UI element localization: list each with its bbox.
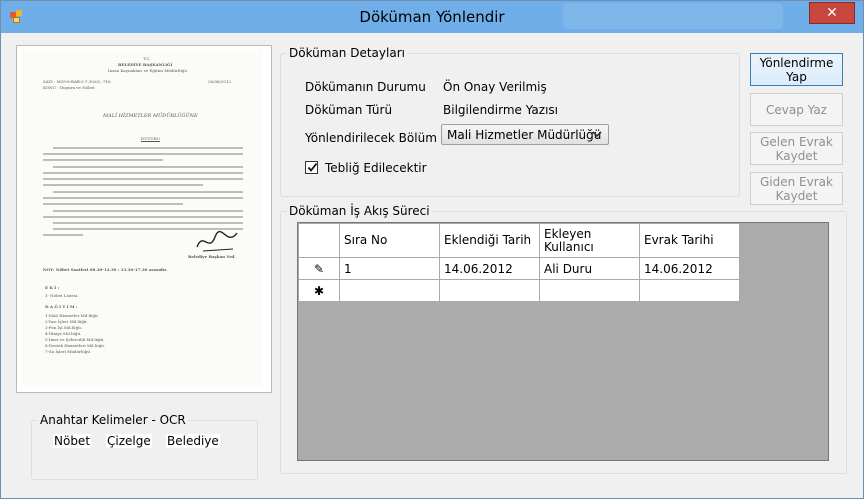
title-bar[interactable]: Döküman Yönlendir ✕ [1, 1, 863, 33]
window-title: Döküman Yönlendir [359, 8, 505, 26]
notify-checkbox[interactable] [305, 161, 318, 174]
doc-date: 26/06/2012 [208, 79, 232, 84]
doc-header-1: T.C. [143, 56, 151, 61]
document-type-value: Bilgilendirme Yazısı [443, 103, 558, 117]
table-cell[interactable] [439, 279, 540, 302]
doc-recipient: MALİ HİZMETLER MÜDÜRLÜĞÜNE [103, 113, 198, 119]
doc-dagitim-item: 3-Fen İşl.Md.lüğü. [45, 325, 83, 330]
doc-sayi: SAYI : M39-8-BAB.0.7.30/0/\ .716 [43, 79, 111, 84]
keyword-item: Nöbet [53, 434, 92, 448]
table-cell[interactable] [539, 279, 640, 302]
doc-ek-item: 1- Nöbet Listesi. [45, 293, 79, 298]
doc-dagitim-item: 7-Su İşleri Müdürlüğü [45, 349, 90, 354]
table-cell[interactable]: 14.06.2012 [439, 257, 540, 280]
keyword-item: Belediye [166, 434, 220, 448]
doc-ek: E K İ : [45, 285, 60, 290]
table-cell[interactable]: Ali Duru [539, 257, 640, 280]
doc-dagitim: D A Ğ I T I M : [45, 304, 78, 309]
keyword-item: Çizelge [106, 434, 152, 448]
doc-dagitim-item: 6-Destek Hizmetleri Md.lüğü. [45, 343, 106, 348]
doc-konu: KONU : Duyuru ve Nöbet [43, 85, 95, 90]
document-preview[interactable]: T.C. BELEDİYE BAŞKANLIĞI İnsan Kaynaklar… [16, 45, 272, 393]
doc-dagitim-item: 1-Mali Hizmetler Md.lüğü. [45, 313, 99, 318]
document-type-label: Döküman Türü [305, 103, 393, 117]
doc-header-3: İnsan Kaynakları ve Eğitim Müdürlüğü [108, 68, 187, 73]
document-routing-window: Döküman Yönlendir ✕ T.C. BELEDİYE BAŞKAN… [0, 0, 864, 499]
column-header-added-by[interactable]: Ekleyen Kullanıcı [539, 223, 640, 258]
column-header-added-date[interactable]: Eklendiği Tarih [439, 223, 540, 258]
route-button[interactable]: Yönlendirme Yap [750, 53, 843, 86]
save-outgoing-button[interactable]: Giden Evrak Kaydet [750, 172, 843, 205]
document-status-value: Ön Onay Verilmiş [443, 80, 547, 94]
doc-dagitim-item: 5-İmar ve Şehircilik Md.lüğü. [45, 337, 105, 342]
doc-header-2: BELEDİYE BAŞKANLIĞI [118, 62, 173, 67]
scanned-document-page: T.C. BELEDİYE BAŞKANLIĞI İnsan Kaynaklar… [23, 49, 263, 387]
reply-button[interactable]: Cevap Yaz [750, 93, 843, 126]
new-row[interactable]: ✱ [298, 279, 740, 302]
table-header-row: Sıra No Eklendiği Tarih Ekleyen Kullanıc… [298, 223, 740, 258]
table-cell[interactable] [339, 279, 440, 302]
doc-note: NOT: Nöbet Saatleri 08.30-12.30 ; 13.30-… [43, 267, 168, 272]
doc-dagitim-item: 4-İtfaiye Md.lüğü. [45, 331, 82, 336]
checkmark-icon [307, 162, 318, 172]
doc-dagitim-item: 2-Yazı İşleri Md.lüğü. [45, 319, 88, 324]
notify-label[interactable]: Tebliğ Edilecektir [325, 161, 427, 175]
document-details-title: Döküman Detayları [287, 46, 407, 60]
keywords-group: Anahtar Kelimeler - OCR [31, 413, 258, 480]
workflow-table: Sıra No Eklendiği Tarih Ekleyen Kullanıc… [298, 223, 740, 302]
close-button[interactable]: ✕ [809, 2, 855, 24]
client-area: T.C. BELEDİYE BAŞKANLIĞI İnsan Kaynaklar… [9, 33, 855, 490]
table-cell[interactable]: 1 [339, 257, 440, 280]
save-incoming-button[interactable]: Gelen Evrak Kaydet [750, 132, 843, 165]
column-header-document-date[interactable]: Evrak Tarihi [639, 223, 740, 258]
chevron-down-icon [592, 131, 602, 138]
doc-heading: DUYURU [141, 136, 160, 141]
edit-pencil-icon[interactable]: ✎ [298, 257, 340, 280]
table-row[interactable]: ✎ 1 14.06.2012 Ali Duru 14.06.2012 [298, 257, 740, 280]
new-row-asterisk-icon[interactable]: ✱ [298, 279, 340, 302]
table-cell[interactable] [639, 279, 740, 302]
department-selected-value: Mali Hizmetler Müdürlüğü [447, 128, 602, 142]
row-header-corner[interactable] [298, 223, 340, 258]
workflow-grid[interactable]: Sıra No Eklendiği Tarih Ekleyen Kullanıc… [297, 222, 829, 461]
keywords-title: Anahtar Kelimeler - OCR [38, 413, 188, 427]
document-status-label: Dökümanın Durumu [305, 80, 426, 94]
signature-mark [196, 230, 238, 252]
department-label: Yönlendirilecek Bölüm [305, 131, 437, 145]
column-header-sira-no[interactable]: Sıra No [339, 223, 440, 258]
department-dropdown[interactable]: Mali Hizmetler Müdürlüğü [441, 124, 609, 145]
table-cell[interactable]: 14.06.2012 [639, 257, 740, 280]
doc-signoff: Belediye Başkan Yrd. [188, 254, 236, 259]
workflow-title: Döküman İş Akış Süreci [287, 204, 432, 218]
